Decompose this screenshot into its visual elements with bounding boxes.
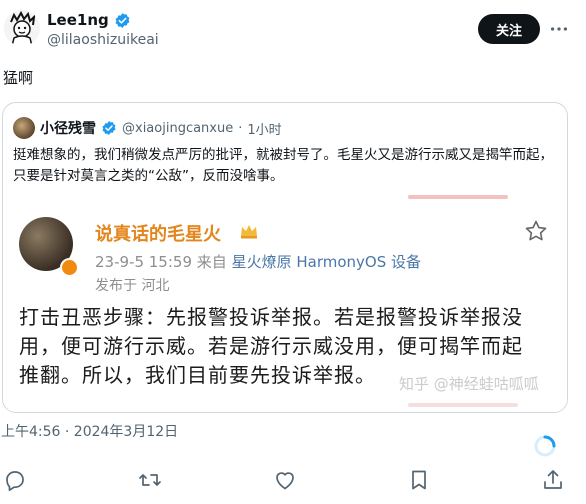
crown-icon <box>241 225 257 239</box>
favorite-star-icon <box>525 220 547 241</box>
weibo-meta: 23-9-5 15:59 来自 星火燎原 HarmonyOS 设备 <box>95 251 421 272</box>
weibo-source-prefix: 来自 <box>196 253 227 271</box>
image-accent-bar-bottom <box>408 403 518 407</box>
user-handle[interactable]: @lilaoshizuikeai <box>47 32 159 48</box>
repost-icon[interactable] <box>138 468 162 492</box>
loading-spinner-icon <box>534 435 556 457</box>
more-options-icon[interactable] <box>548 18 570 40</box>
weibo-verified-badge <box>60 258 79 277</box>
quoted-handle[interactable]: @xiaojingcanxue <box>122 121 233 136</box>
display-name[interactable]: Lee1ng <box>47 11 109 29</box>
avatar[interactable] <box>4 10 40 46</box>
quoted-display-name[interactable]: 小径残雪 <box>40 118 96 138</box>
weibo-source: 星火燎原 HarmonyOS 设备 <box>231 253 421 271</box>
action-bar <box>0 468 586 494</box>
post-header: Lee1ng @lilaoshizuikeai 关注 <box>0 0 586 60</box>
follow-button[interactable]: 关注 <box>478 14 540 44</box>
weibo-date: 23-9-5 15:59 <box>95 253 192 271</box>
like-heart-icon[interactable] <box>273 468 297 492</box>
share-icon[interactable] <box>541 468 565 492</box>
quoted-post-header: 小径残雪 @xiaojingcanxue · 1小时 <box>13 117 282 139</box>
verified-badge-icon <box>115 12 130 28</box>
image-watermark: 知乎 @神经蛙咕呱呱 <box>399 375 539 393</box>
bookmark-icon[interactable] <box>407 468 431 492</box>
meta-separator: · <box>238 120 243 136</box>
verified-badge-icon <box>102 121 116 135</box>
quoted-post-text: 挺难想象的，我们稍微发点严厉的批评，就被封号了。毛星火又是游行示威又是揭竿而起，… <box>13 147 553 184</box>
image-accent-bar <box>408 195 508 199</box>
avatar-drawing-icon <box>4 10 40 46</box>
post-text: 猛啊 <box>3 69 34 87</box>
quoted-time[interactable]: 1小时 <box>247 119 281 138</box>
quoted-post[interactable]: 小径残雪 @xiaojingcanxue · 1小时 挺难想象的，我们稍微发点严… <box>2 102 568 413</box>
reply-icon[interactable] <box>3 468 27 492</box>
weibo-location: 发布于 河北 <box>95 278 170 294</box>
weibo-user-name: 说真话的毛星火 <box>95 224 221 245</box>
quoted-avatar[interactable] <box>13 117 35 139</box>
post-timestamp[interactable]: 上午4:56 · 2024年3月12日 <box>1 421 178 441</box>
quoted-screenshot-image[interactable]: 说真话的毛星火 23-9-5 15:59 来自 星火燎原 HarmonyOS 设… <box>3 195 567 412</box>
